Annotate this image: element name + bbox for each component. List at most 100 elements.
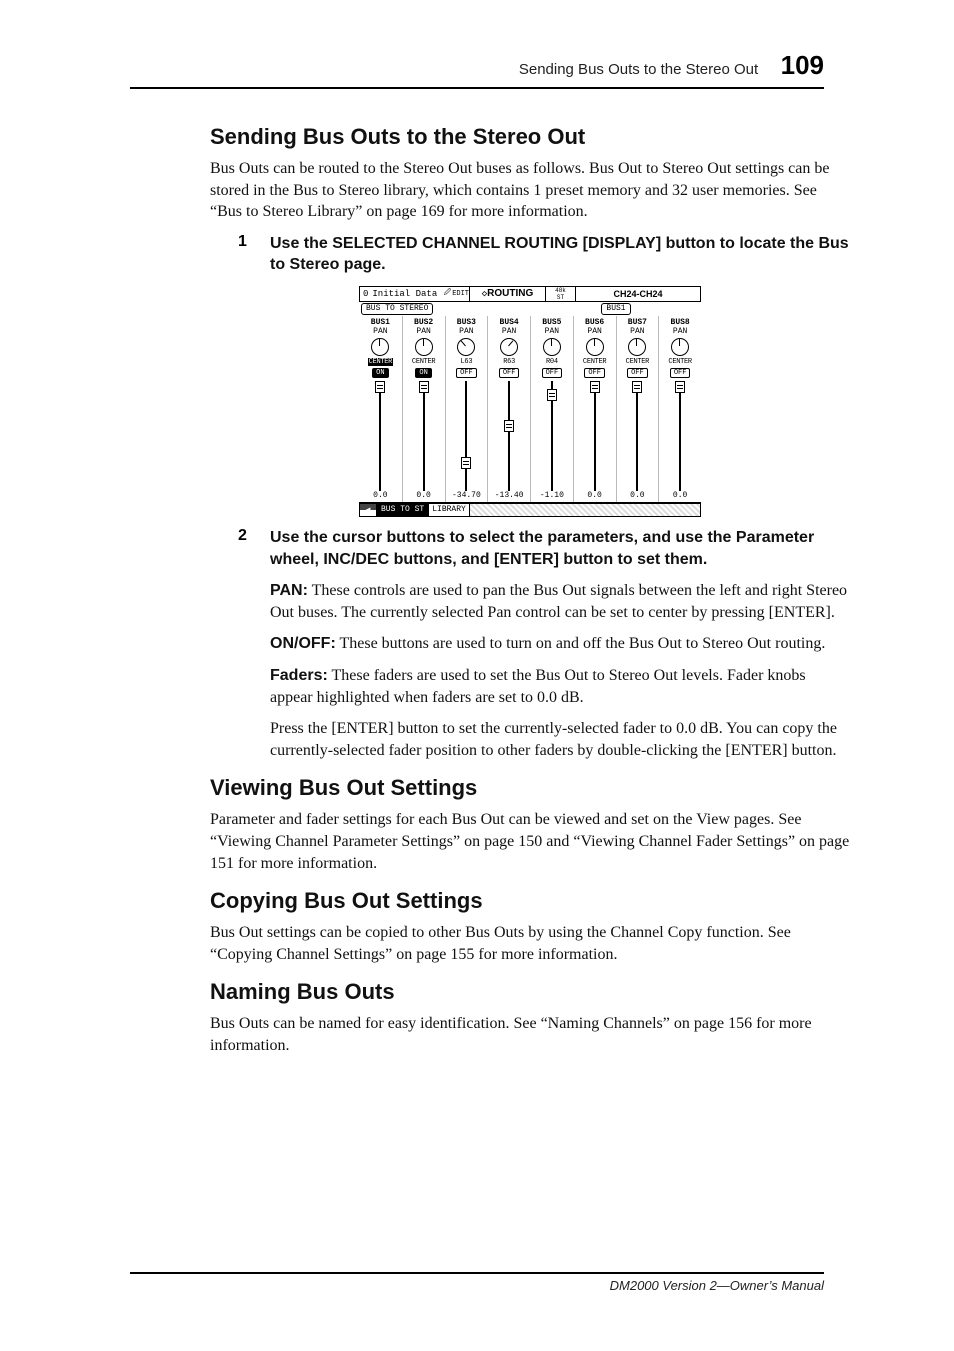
lcd-pan-knob [543, 338, 561, 356]
lcd-channel-strip-row: BUS1PANCENTERON0.0BUS2PANCENTERON0.0BUS3… [359, 316, 701, 503]
step-2-number: 2 [238, 527, 247, 545]
lcd-fader-knob [632, 381, 642, 393]
param-onoff: ON/OFF: These buttons are used to turn o… [270, 633, 850, 655]
page-number: 109 [781, 50, 824, 80]
lcd-channel-strip: BUS8PAN CENTER OFF 0.0 [658, 316, 701, 502]
lcd-onoff-button: OFF [499, 368, 520, 378]
page-header: Sending Bus Outs to the Stereo Out 109 [130, 50, 824, 89]
lcd-fader-value: -1.10 [540, 491, 564, 502]
lcd-pan-label: PAN [673, 327, 687, 336]
lcd-routing-label: ROUTING [487, 288, 533, 299]
lcd-fader-knob [675, 381, 685, 393]
lcd-onoff-button: OFF [542, 368, 563, 378]
lcd-onoff-button: ON [372, 368, 388, 378]
lcd-edit-icon: 🖉 [444, 288, 451, 299]
lcd-pan-value: R63 [503, 358, 515, 366]
lcd-pan-knob [671, 338, 689, 356]
lcd-pan-label: PAN [630, 327, 644, 336]
lcd-pan-knob [500, 338, 518, 356]
lcd-bus-label: BUS1 [371, 318, 390, 327]
lcd-pan-value: CENTER [368, 358, 393, 366]
param-pan-label: PAN: [270, 582, 308, 599]
lcd-bus-label: BUS3 [457, 318, 476, 327]
lcd-left-arrow-icon: ◀ [359, 503, 377, 517]
lcd-fader-value: 0.0 [673, 491, 687, 502]
lcd-titlebar: 0 Initial Data 🖉 EDIT ◇ ROUTING 48k ST C… [359, 286, 701, 302]
lcd-channel-strip: BUS2PAN CENTER ON 0.0 [402, 316, 445, 502]
lcd-fader-track [636, 381, 638, 491]
section-sending-intro: Bus Outs can be routed to the Stereo Out… [210, 158, 850, 223]
lcd-bottom-tab-bus-to-st: BUS TO ST [377, 503, 428, 517]
lcd-tab-bus1: BUS1 [601, 303, 630, 315]
lcd-channel-strip: BUS5PANR04OFF-1.10 [530, 316, 573, 502]
lcd-scene-name: Initial Data [372, 289, 437, 299]
lcd-channel-strip: BUS3PAN L63 OFF -34.70 [445, 316, 488, 502]
lcd-fader-value: 0.0 [373, 491, 387, 502]
lcd-bus-label: BUS6 [585, 318, 604, 327]
lcd-fader-knob [419, 381, 429, 393]
lcd-bus-label: BUS5 [542, 318, 561, 327]
lcd-bus-label: BUS7 [628, 318, 647, 327]
lcd-fader-value: 0.0 [416, 491, 430, 502]
lcd-pan-knob [457, 338, 475, 356]
step-1-text: Use the SELECTED CHANNEL ROUTING [DISPLA… [270, 233, 850, 276]
param-press-enter: Press the [ENTER] button to set the curr… [270, 718, 850, 761]
lcd-khz-label: 48k [555, 287, 566, 294]
lcd-onoff-button: OFF [584, 368, 605, 378]
lcd-fader-knob [461, 457, 471, 469]
step-1: 1 Use the SELECTED CHANNEL ROUTING [DISP… [270, 233, 850, 276]
step-2-text: Use the cursor buttons to select the par… [270, 527, 850, 570]
lcd-pan-value: L63 [461, 358, 473, 366]
section-viewing-text: Parameter and fader settings for each Bu… [210, 809, 850, 874]
lcd-st-label: ST [557, 294, 564, 301]
param-onoff-label: ON/OFF: [270, 635, 336, 652]
lcd-screenshot: 0 Initial Data 🖉 EDIT ◇ ROUTING 48k ST C… [359, 286, 701, 517]
lcd-bottom-tabs: ◀ BUS TO ST LIBRARY [359, 503, 701, 517]
lcd-fader-track [508, 381, 510, 491]
lcd-pan-label: PAN [416, 327, 430, 336]
lcd-bus-label: BUS2 [414, 318, 433, 327]
step-1-number: 1 [238, 233, 247, 251]
lcd-pan-value: CENTER [668, 358, 691, 366]
lcd-fader-value: 0.0 [587, 491, 601, 502]
lcd-fader-track [465, 381, 467, 491]
lcd-fader-knob [504, 420, 514, 432]
lcd-fader-track [679, 381, 681, 491]
lcd-fader-track [423, 381, 425, 491]
lcd-fader-track [379, 381, 381, 491]
lcd-channel-strip: BUS7PANCENTEROFF0.0 [616, 316, 659, 502]
param-faders: Faders: These faders are used to set the… [270, 665, 850, 708]
lcd-fader-value: -34.70 [452, 491, 481, 502]
param-pan: PAN: These controls are used to pan the … [270, 580, 850, 623]
lcd-channel-strip: BUS1PAN CENTER ON 0.0 [359, 316, 402, 502]
lcd-channel-strip: BUS4PANR63OFF-13.40 [487, 316, 530, 502]
lcd-pan-label: PAN [459, 327, 473, 336]
lcd-scene-number: 0 [363, 289, 368, 299]
lcd-pan-label: PAN [373, 327, 387, 336]
lcd-fader-value: -13.40 [495, 491, 524, 502]
lcd-fader-value: 0.0 [630, 491, 644, 502]
param-pan-text: These controls are used to pan the Bus O… [270, 582, 847, 621]
lcd-tab-bus-to-stereo: BUS TO STEREO [361, 303, 433, 315]
lcd-fader-track [594, 381, 596, 491]
lcd-fader-knob [547, 389, 557, 401]
page-content: Sending Bus Outs to the Stereo Out Bus O… [210, 110, 850, 1066]
page-footer: DM2000 Version 2—Owner’s Manual [130, 1272, 824, 1293]
lcd-fader-knob [375, 381, 385, 393]
lcd-bus-label: BUS8 [671, 318, 690, 327]
lcd-pan-label: PAN [545, 327, 559, 336]
section-sending-title: Sending Bus Outs to the Stereo Out [210, 124, 850, 150]
lcd-onoff-button: OFF [670, 368, 691, 378]
lcd-onoff-button: ON [415, 368, 431, 378]
lcd-fader-track [551, 381, 553, 491]
lcd-fader-knob [590, 381, 600, 393]
lcd-pan-knob [628, 338, 646, 356]
lcd-pan-value: CENTER [583, 358, 606, 366]
lcd-bottom-tab-library: LIBRARY [428, 503, 470, 517]
lcd-pan-label: PAN [502, 327, 516, 336]
lcd-pan-value: CENTER [412, 358, 435, 366]
lcd-onoff-button: OFF [456, 368, 477, 378]
lcd-channel-strip: BUS6PANCENTEROFF0.0 [573, 316, 616, 502]
lcd-pan-value: CENTER [626, 358, 649, 366]
param-onoff-text: These buttons are used to turn on and of… [336, 635, 826, 652]
